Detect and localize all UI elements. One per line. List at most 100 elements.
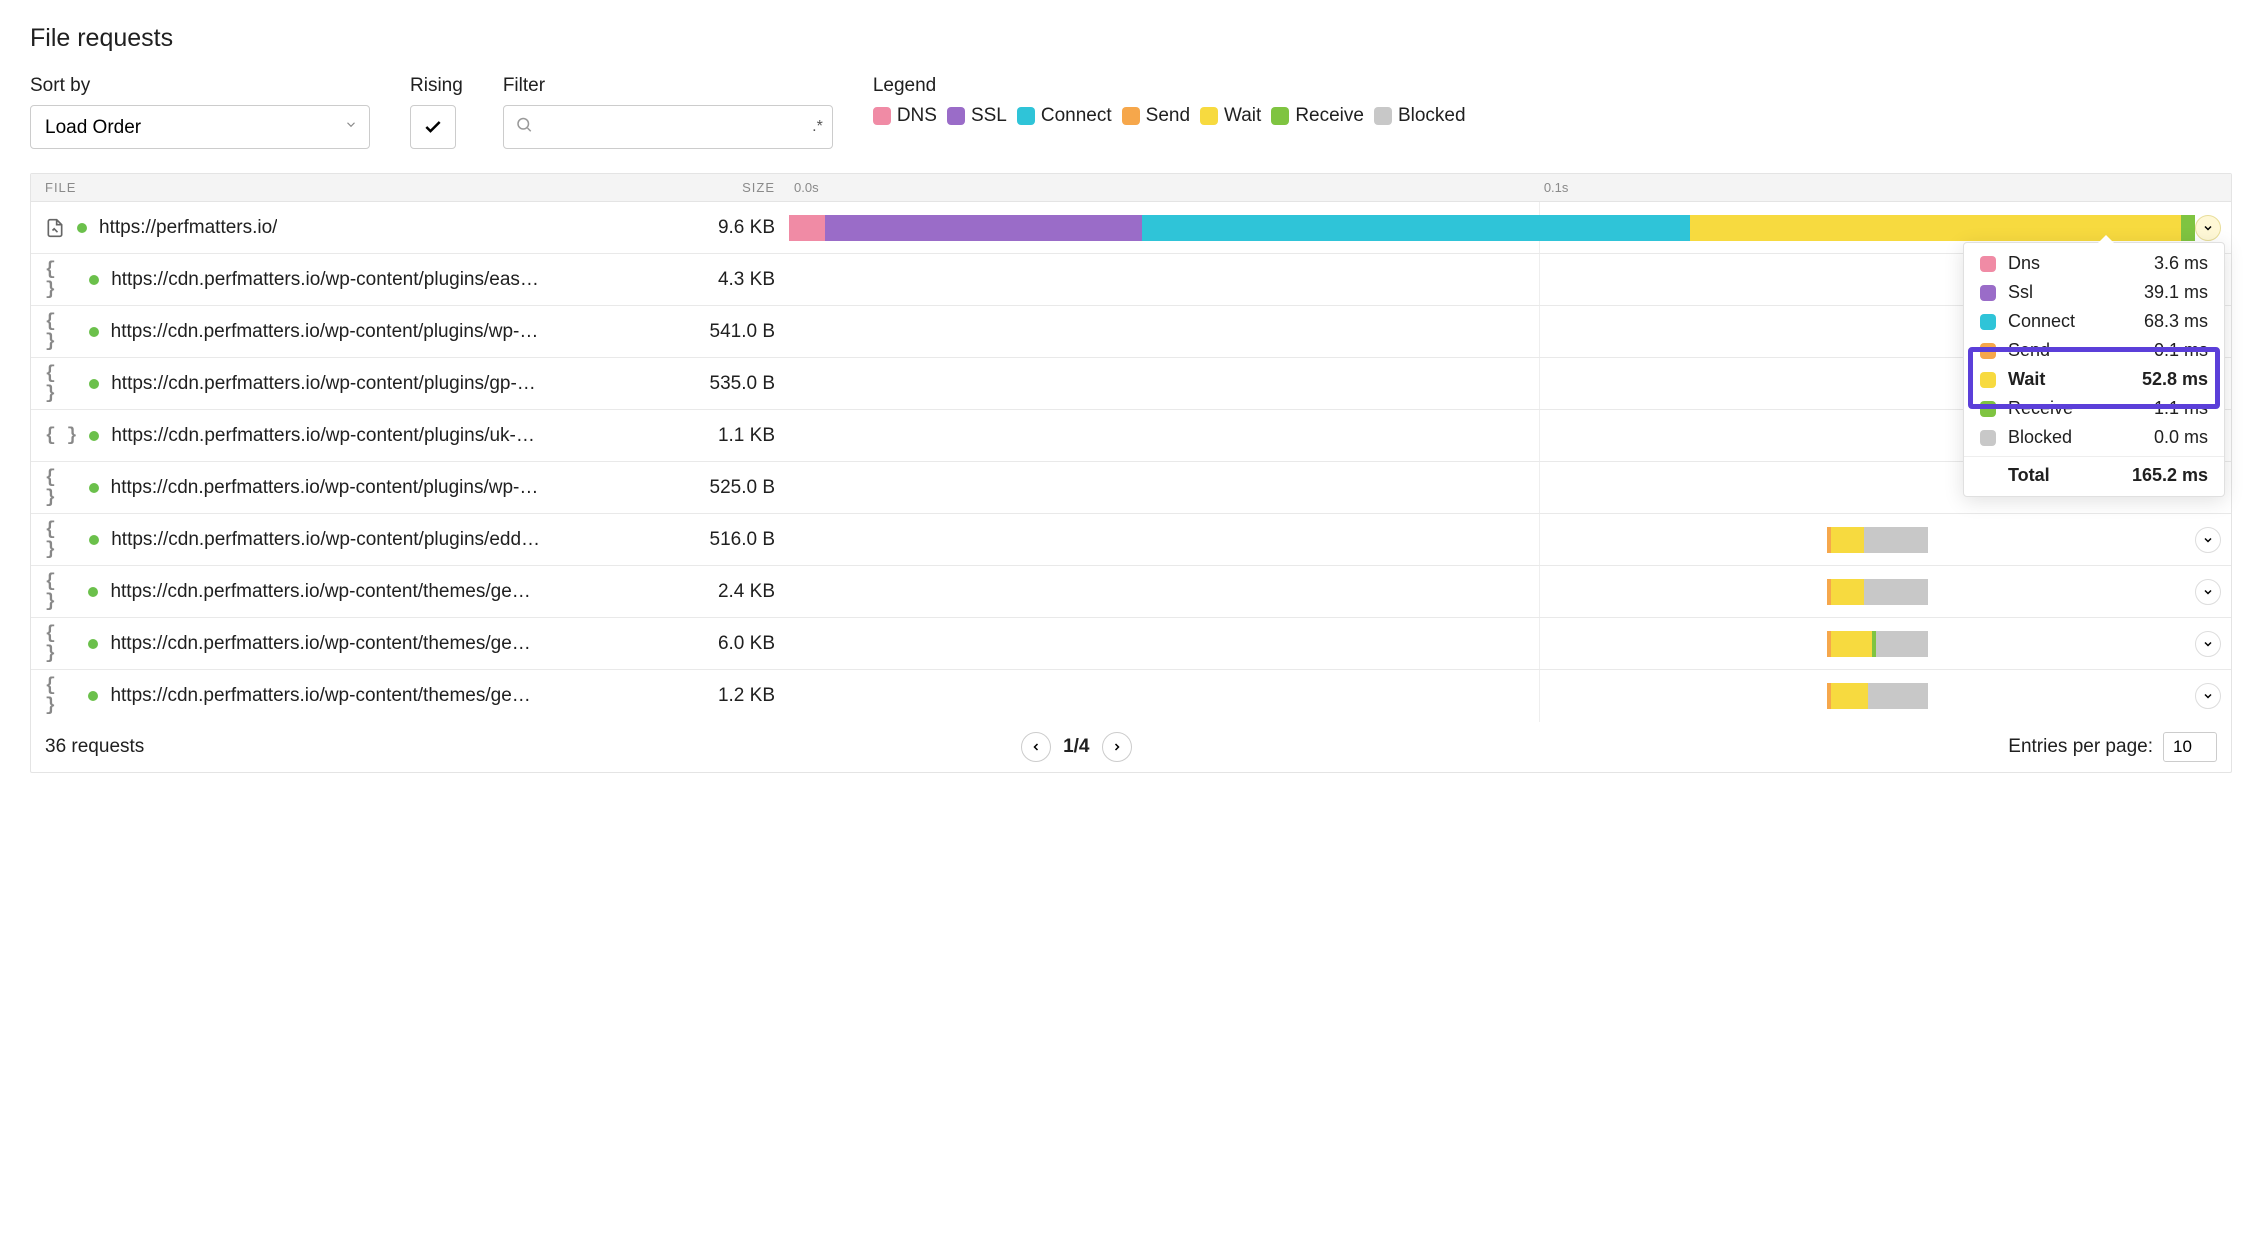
tooltip-row: Dns3.6 ms xyxy=(1964,249,2224,278)
expand-row-button[interactable] xyxy=(2195,527,2221,553)
size-cell: 535.0 B xyxy=(541,373,789,395)
chevron-left-icon xyxy=(1030,741,1042,753)
table-row[interactable]: { } https://cdn.perfmatters.io/wp-conten… xyxy=(31,306,2231,358)
code-icon: { } xyxy=(45,260,77,300)
tooltip-value: 1.1 ms xyxy=(2154,398,2208,419)
file-url: https://cdn.perfmatters.io/wp-content/th… xyxy=(110,685,541,707)
table-row[interactable]: { } https://cdn.perfmatters.io/wp-conten… xyxy=(31,254,2231,306)
tooltip-name: Dns xyxy=(2008,253,2154,274)
code-icon: { } xyxy=(45,520,77,560)
legend-label: Legend xyxy=(873,75,1466,97)
legend-text: Blocked xyxy=(1398,105,1466,127)
legend-group: Legend DNS SSL Connect Send Wait Receive Block… xyxy=(873,75,1466,127)
tooltip-name: Ssl xyxy=(2008,282,2144,303)
waterfall-segment xyxy=(1831,631,1871,657)
timing-tooltip: Dns3.6 msSsl39.1 msConnect68.3 msSend0.1… xyxy=(1963,242,2225,497)
chevron-right-icon xyxy=(1111,741,1123,753)
table-row[interactable]: { } https://cdn.perfmatters.io/wp-conten… xyxy=(31,410,2231,462)
column-header-size[interactable]: SIZE xyxy=(541,180,789,195)
legend-item-blocked: Blocked xyxy=(1374,105,1466,127)
waterfall-cell xyxy=(789,670,2231,722)
waterfall-cell xyxy=(789,618,2231,669)
page-indicator: 1/4 xyxy=(1063,736,1089,758)
status-dot xyxy=(89,431,99,441)
size-cell: 4.3 KB xyxy=(541,269,789,291)
legend-item-dns: DNS xyxy=(873,105,937,127)
file-url: https://cdn.perfmatters.io/wp-content/th… xyxy=(110,581,541,603)
filter-label: Filter xyxy=(503,75,833,97)
table-row[interactable]: { } https://cdn.perfmatters.io/wp-conten… xyxy=(31,358,2231,410)
legend-text: Connect xyxy=(1041,105,1112,127)
file-url: https://cdn.perfmatters.io/wp-content/pl… xyxy=(111,425,541,447)
size-cell: 541.0 B xyxy=(541,321,789,343)
expand-row-button[interactable] xyxy=(2195,215,2221,241)
expand-row-button[interactable] xyxy=(2195,631,2221,657)
table-row[interactable]: { } https://cdn.perfmatters.io/wp-conten… xyxy=(31,566,2231,618)
legend-text: DNS xyxy=(897,105,937,127)
legend-swatch xyxy=(1200,107,1218,125)
status-dot xyxy=(89,275,99,285)
table-row[interactable]: { } https://cdn.perfmatters.io/wp-conten… xyxy=(31,618,2231,670)
tooltip-row: Connect68.3 ms xyxy=(1964,307,2224,336)
sort-by-label: Sort by xyxy=(30,75,370,97)
tooltip-swatch xyxy=(1980,401,1996,417)
legend-text: SSL xyxy=(971,105,1007,127)
file-url: https://cdn.perfmatters.io/wp-content/pl… xyxy=(111,373,541,395)
file-cell: { } https://cdn.perfmatters.io/wp-conten… xyxy=(31,572,541,612)
legend-item-send: Send xyxy=(1122,105,1190,127)
tooltip-swatch xyxy=(1980,285,1996,301)
tooltip-value: 39.1 ms xyxy=(2144,282,2208,303)
page-title: File requests xyxy=(30,24,2232,53)
tooltip-row: Send0.1 ms xyxy=(1964,336,2224,365)
expand-row-button[interactable] xyxy=(2195,579,2221,605)
chevron-down-icon xyxy=(2202,690,2214,702)
legend-swatch xyxy=(947,107,965,125)
waterfall-cell: Dns3.6 msSsl39.1 msConnect68.3 msSend0.1… xyxy=(789,202,2231,253)
epp-input[interactable] xyxy=(2163,732,2217,762)
waterfall-segment xyxy=(1864,579,1929,605)
prev-page-button[interactable] xyxy=(1021,732,1051,762)
waterfall-segment xyxy=(1142,215,1690,241)
tooltip-value: 52.8 ms xyxy=(2142,369,2208,390)
legend-swatch xyxy=(1122,107,1140,125)
file-cell: https://perfmatters.io/ xyxy=(31,217,541,239)
rising-toggle-button[interactable] xyxy=(410,105,456,149)
table-row[interactable]: { } https://cdn.perfmatters.io/wp-conten… xyxy=(31,462,2231,514)
table-row[interactable]: { } https://cdn.perfmatters.io/wp-conten… xyxy=(31,514,2231,566)
regex-hint: .* xyxy=(812,118,823,136)
filter-input[interactable] xyxy=(503,105,833,149)
chevron-down-icon xyxy=(2202,586,2214,598)
legend-item-ssl: SSL xyxy=(947,105,1007,127)
status-dot xyxy=(88,639,98,649)
legend-text: Wait xyxy=(1224,105,1261,127)
filter-group: Filter .* xyxy=(503,75,833,149)
legend-text: Receive xyxy=(1295,105,1364,127)
column-header-file[interactable]: FILE xyxy=(31,180,541,195)
waterfall-bar xyxy=(1827,527,2231,553)
next-page-button[interactable] xyxy=(1102,732,1132,762)
code-icon: { } xyxy=(45,312,77,352)
status-dot xyxy=(89,535,99,545)
file-cell: { } https://cdn.perfmatters.io/wp-conten… xyxy=(31,425,541,447)
waterfall-segment xyxy=(789,215,825,241)
controls-bar: Sort by Load Order Rising Filter .* Lege… xyxy=(30,75,2232,149)
requests-table: FILE SIZE 0.0s0.1s https://perfmatters.i… xyxy=(30,173,2232,773)
tooltip-value: 0.1 ms xyxy=(2154,340,2208,361)
table-row[interactable]: { } https://cdn.perfmatters.io/wp-conten… xyxy=(31,670,2231,722)
pager: 1/4 xyxy=(1021,732,1131,762)
status-dot xyxy=(89,483,99,493)
chevron-down-icon xyxy=(2202,222,2214,234)
size-cell: 1.1 KB xyxy=(541,425,789,447)
legend-item-connect: Connect xyxy=(1017,105,1112,127)
tooltip-name: Send xyxy=(2008,340,2154,361)
waterfall-segment xyxy=(2181,215,2195,241)
waterfall-bar xyxy=(1827,631,2231,657)
table-row[interactable]: https://perfmatters.io/ 9.6 KB Dns3.6 ms… xyxy=(31,202,2231,254)
file-cell: { } https://cdn.perfmatters.io/wp-conten… xyxy=(31,520,541,560)
code-icon: { } xyxy=(45,572,76,612)
sort-by-select[interactable]: Load Order xyxy=(30,105,370,149)
expand-row-button[interactable] xyxy=(2195,683,2221,709)
waterfall-segment xyxy=(1831,527,1863,553)
waterfall-bar xyxy=(789,215,2231,241)
request-count: 36 requests xyxy=(45,736,144,758)
